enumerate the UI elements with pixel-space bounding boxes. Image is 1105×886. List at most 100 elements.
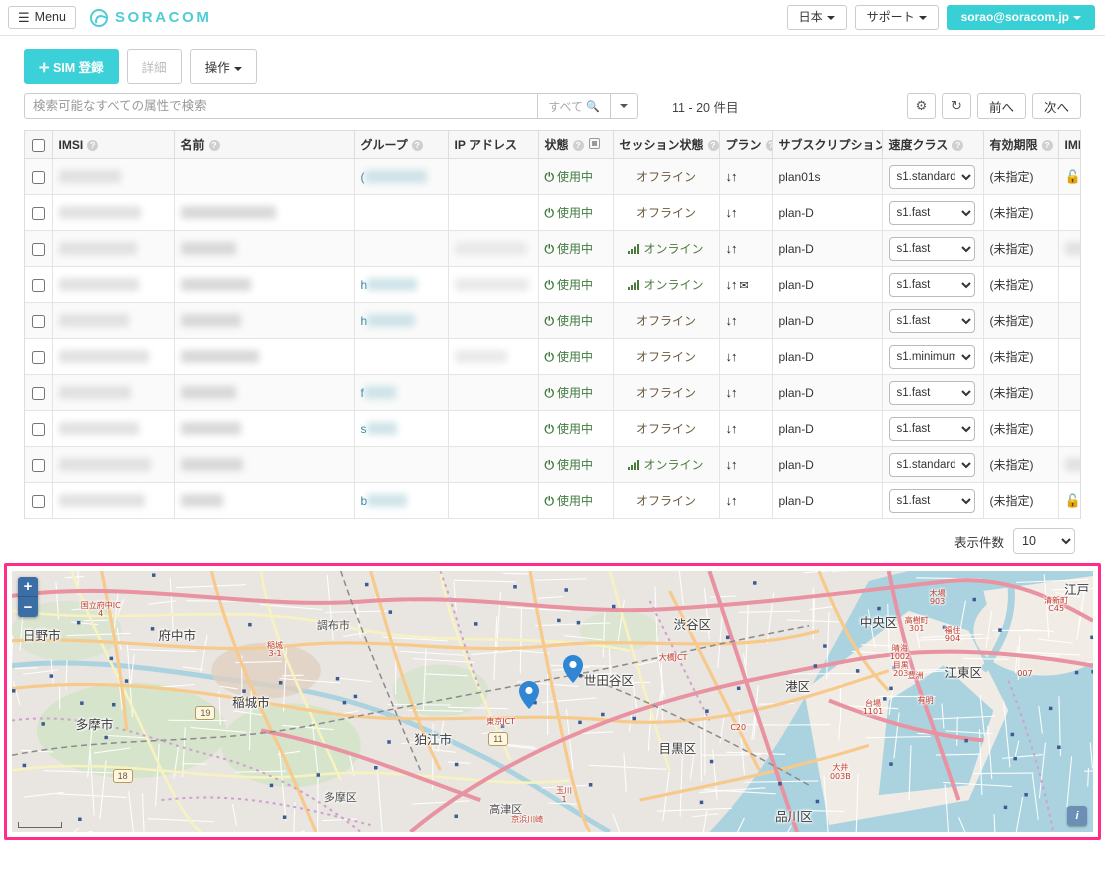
cell-name	[174, 447, 354, 483]
speed-class-select[interactable]: s1.minimums1.slows1.standards1.fast	[889, 165, 975, 189]
table-row[interactable]: f⏻使用中オフライン↓↑plan-Ds1.minimums1.slows1.st…	[25, 375, 1081, 411]
row-select-cell[interactable]	[25, 339, 52, 375]
help-icon[interactable]: ?	[952, 140, 963, 151]
map-info-button[interactable]: i	[1067, 806, 1087, 826]
help-icon[interactable]: ?	[573, 140, 584, 151]
prev-page-button[interactable]: 前へ	[977, 93, 1026, 119]
row-checkbox[interactable]	[32, 243, 45, 256]
next-page-button[interactable]: 次へ	[1032, 93, 1081, 119]
cell-speed-class[interactable]: s1.minimums1.slows1.standards1.fast	[882, 267, 983, 303]
row-checkbox[interactable]	[32, 315, 45, 328]
register-sim-button[interactable]: ✛ SIM 登録	[24, 49, 119, 84]
menu-button[interactable]: ☰ Menu	[8, 6, 76, 29]
table-row[interactable]: h⏻使用中オフライン↓↑plan-Ds1.minimums1.slows1.st…	[25, 303, 1081, 339]
speed-class-select[interactable]: s1.minimums1.slows1.standards1.fast	[889, 489, 975, 513]
table-row[interactable]: (⏻使用中オフライン↓↑plan01ss1.minimums1.slows1.s…	[25, 159, 1081, 195]
cell-speed-class[interactable]: s1.minimums1.slows1.standards1.fast	[882, 231, 983, 267]
row-checkbox[interactable]	[32, 207, 45, 220]
select-all-checkbox[interactable]	[32, 139, 45, 152]
account-menu[interactable]: sorao@soracom.jp	[947, 5, 1095, 30]
cell-speed-class[interactable]: s1.minimums1.slows1.standards1.fast	[882, 375, 983, 411]
redacted-value	[59, 386, 131, 399]
cell-session-status: オフライン	[613, 159, 719, 195]
cell-speed-class[interactable]: s1.minimums1.slows1.standards1.fast	[882, 339, 983, 375]
up-down-arrows-icon[interactable]: ↓↑	[726, 205, 737, 220]
help-icon[interactable]: ?	[412, 140, 423, 151]
up-down-arrows-icon[interactable]: ↓↑	[726, 241, 737, 256]
speed-class-select[interactable]: s1.minimums1.slows1.standards1.fast	[889, 453, 975, 477]
support-menu[interactable]: サポート	[855, 5, 939, 30]
action-menu-button[interactable]: 操作	[190, 49, 257, 84]
table-row[interactable]: b⏻使用中オフライン↓↑plan-Ds1.minimums1.slows1.st…	[25, 483, 1081, 519]
cell-speed-class[interactable]: s1.minimums1.slows1.standards1.fast	[882, 303, 983, 339]
up-down-arrows-icon[interactable]: ↓↑	[726, 457, 737, 472]
column-toggle-icon[interactable]	[589, 138, 600, 149]
row-select-cell[interactable]	[25, 483, 52, 519]
speed-class-select[interactable]: s1.minimums1.slows1.standards1.fast	[889, 417, 975, 441]
speed-class-select[interactable]: s1.minimums1.slows1.standards1.fast	[889, 345, 975, 369]
row-select-cell[interactable]	[25, 303, 52, 339]
language-selector[interactable]: 日本	[787, 5, 847, 30]
table-row[interactable]: s⏻使用中オフライン↓↑plan-Ds1.minimums1.slows1.st…	[25, 411, 1081, 447]
row-checkbox[interactable]	[32, 351, 45, 364]
help-icon[interactable]: ?	[87, 140, 98, 151]
table-row[interactable]: ⏻使用中オフライン↓↑plan-Ds1.minimums1.slows1.sta…	[25, 195, 1081, 231]
row-checkbox[interactable]	[32, 459, 45, 472]
cell-speed-class[interactable]: s1.minimums1.slows1.standards1.fast	[882, 159, 983, 195]
row-checkbox[interactable]	[32, 423, 45, 436]
up-down-arrows-icon[interactable]: ↓↑	[726, 421, 737, 436]
refresh-button[interactable]: ↻	[942, 93, 971, 119]
help-icon[interactable]: ?	[1042, 140, 1053, 151]
speed-class-select[interactable]: s1.minimums1.slows1.standards1.fast	[889, 309, 975, 333]
up-down-arrows-icon[interactable]: ↓↑	[726, 277, 737, 292]
brand-logo[interactable]: SORACOM	[90, 9, 212, 27]
rows-per-page-select[interactable]: 102050100	[1013, 528, 1075, 554]
help-icon[interactable]: ?	[708, 140, 719, 151]
speed-class-select[interactable]: s1.minimums1.slows1.standards1.fast	[889, 381, 975, 405]
search-scope-dropdown[interactable]	[611, 93, 638, 119]
select-all-header[interactable]	[25, 131, 52, 159]
row-checkbox[interactable]	[32, 387, 45, 400]
table-header-row: IMSI?名前?グループ?IP アドレス状態?セッション状態?プラン?サブスクリ…	[25, 131, 1081, 159]
speed-class-select[interactable]: s1.minimums1.slows1.standards1.fast	[889, 237, 975, 261]
row-select-cell[interactable]	[25, 267, 52, 303]
row-select-cell[interactable]	[25, 375, 52, 411]
cell-speed-class[interactable]: s1.minimums1.slows1.standards1.fast	[882, 447, 983, 483]
table-row[interactable]: ⏻使用中オンライン↓↑plan-Ds1.minimums1.slows1.sta…	[25, 231, 1081, 267]
map-panel[interactable]: 日野市府中市調布市多摩市稲城市狛江市世田谷区渋谷区目黒区港区中央区江東区江戸品川…	[12, 571, 1093, 832]
row-select-cell[interactable]	[25, 231, 52, 267]
row-checkbox[interactable]	[32, 495, 45, 508]
map-zoom-controls[interactable]: + −	[18, 577, 38, 617]
detail-button[interactable]: 詳細	[127, 49, 182, 84]
help-icon[interactable]: ?	[766, 140, 772, 151]
cell-ip-address	[448, 447, 538, 483]
table-row[interactable]: ⏻使用中オンライン↓↑plan-Ds1.minimums1.slows1.sta…	[25, 447, 1081, 483]
settings-button[interactable]: ⚙	[907, 93, 936, 119]
expiry-value: (未指定)	[990, 386, 1034, 400]
cell-speed-class[interactable]: s1.minimums1.slows1.standards1.fast	[882, 483, 983, 519]
map-zoom-out-button[interactable]: −	[18, 597, 38, 617]
up-down-arrows-icon[interactable]: ↓↑	[726, 493, 737, 508]
mail-icon[interactable]: ✉	[740, 280, 749, 292]
row-select-cell[interactable]	[25, 195, 52, 231]
cell-speed-class[interactable]: s1.minimums1.slows1.standards1.fast	[882, 195, 983, 231]
cell-speed-class[interactable]: s1.minimums1.slows1.standards1.fast	[882, 411, 983, 447]
map-zoom-in-button[interactable]: +	[18, 577, 38, 597]
cell-name	[174, 339, 354, 375]
help-icon[interactable]: ?	[209, 140, 220, 151]
up-down-arrows-icon[interactable]: ↓↑	[726, 313, 737, 328]
session-status-label: オフライン	[636, 422, 696, 436]
speed-class-select[interactable]: s1.minimums1.slows1.standards1.fast	[889, 201, 975, 225]
table-row[interactable]: h⏻使用中オンライン↓↑✉plan-Ds1.minimums1.slows1.s…	[25, 267, 1081, 303]
up-down-arrows-icon[interactable]: ↓↑	[726, 169, 737, 184]
table-row[interactable]: ⏻使用中オフライン↓↑plan-Ds1.minimums1.slows1.sta…	[25, 339, 1081, 375]
row-checkbox[interactable]	[32, 279, 45, 292]
up-down-arrows-icon[interactable]: ↓↑	[726, 385, 737, 400]
row-select-cell[interactable]	[25, 447, 52, 483]
row-select-cell[interactable]	[25, 159, 52, 195]
row-checkbox[interactable]	[32, 171, 45, 184]
search-input[interactable]	[24, 93, 538, 119]
speed-class-select[interactable]: s1.minimums1.slows1.standards1.fast	[889, 273, 975, 297]
row-select-cell[interactable]	[25, 411, 52, 447]
up-down-arrows-icon[interactable]: ↓↑	[726, 349, 737, 364]
